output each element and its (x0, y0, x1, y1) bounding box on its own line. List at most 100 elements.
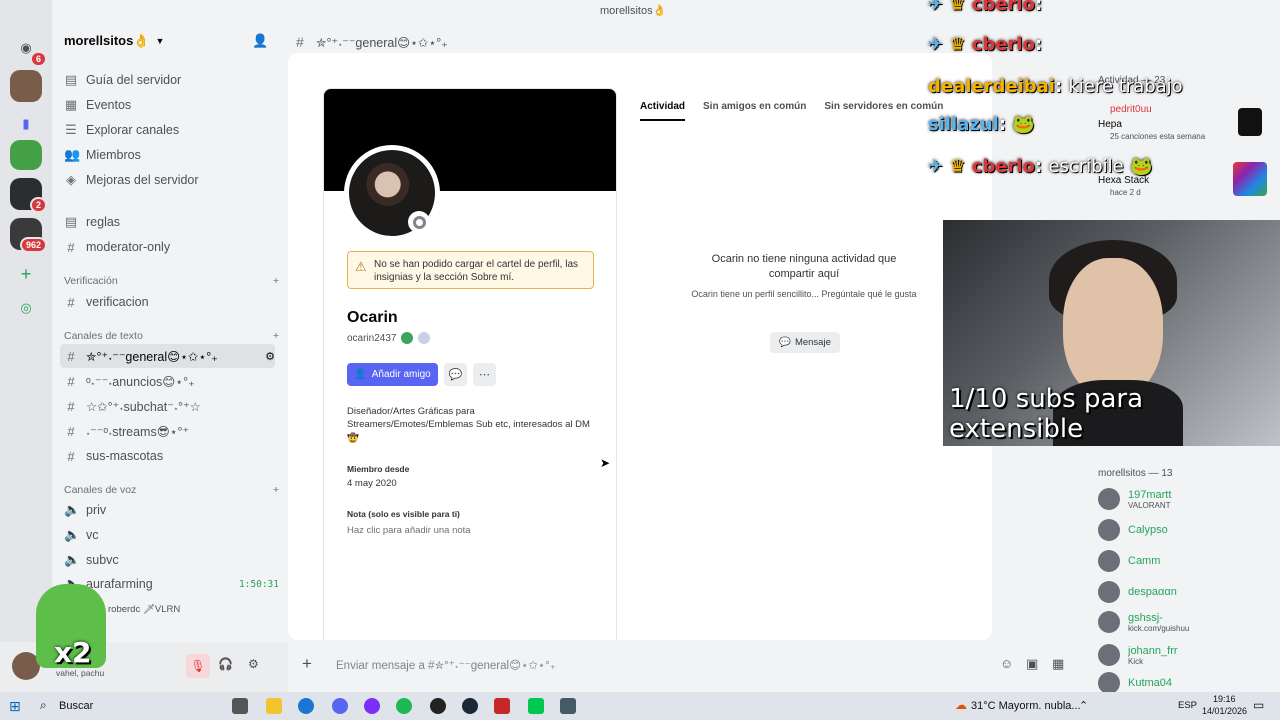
category-text[interactable]: Canales de texto + (64, 330, 279, 342)
channel-moderator-only[interactable]: # moderator-only (64, 235, 279, 259)
plus-icon[interactable]: + (273, 330, 279, 342)
nav-members[interactable]: 👥 Miembros (64, 143, 279, 167)
chat-user: dealerdeibai (928, 76, 1055, 97)
voice-timer: 1:50:31 (238, 578, 279, 590)
message-icon[interactable]: 💬 (444, 363, 467, 386)
note-input[interactable]: Haz clic para añadir una nota (347, 525, 471, 536)
mouse-cursor-icon: ➤ (600, 456, 611, 470)
member-item[interactable]: Camm (1098, 550, 1160, 572)
tab-activity[interactable]: Actividad (640, 101, 686, 121)
search-icon[interactable]: ⌕ (40, 698, 47, 713)
empty-activity-subtitle: Ocarin tiene un perfil sencillito... Pre… (691, 289, 917, 299)
language-indicator[interactable]: ESP (1178, 700, 1197, 711)
notification-icon[interactable]: ▭ (1253, 698, 1264, 712)
more-options-icon[interactable]: ⋯ (473, 363, 496, 386)
apps-icon[interactable]: ▦ (1052, 656, 1064, 672)
activity-art (1238, 108, 1262, 136)
spotify-icon[interactable] (396, 698, 412, 714)
steam-icon[interactable] (462, 698, 478, 714)
channel-sus-mascotas[interactable]: # sus-mascotas (64, 444, 279, 468)
channel-anuncios[interactable]: # ᵒ˖⁻⁻˖anuncios😊⋆°₊ (64, 369, 279, 393)
file-explorer-icon[interactable] (266, 698, 282, 714)
app-icon[interactable] (364, 698, 380, 714)
activity-art (1233, 162, 1267, 196)
gif-icon[interactable]: ▣ (1026, 656, 1038, 672)
channel-label: subvc (86, 553, 119, 567)
member-item[interactable]: johann_frr Kick (1098, 644, 1178, 666)
channel-subchat[interactable]: # ☆✩°⁺˖subchat⁻˖°⁺☆ (64, 394, 279, 418)
channel-streams[interactable]: # ˖⁻⁻ᵒ˖streams😎⋆°⁺ (64, 419, 279, 443)
voice-channel-vc[interactable]: 🔈 vc (64, 523, 279, 547)
obs-icon[interactable] (430, 698, 446, 714)
nav-label: Eventos (86, 98, 132, 112)
server-icon[interactable] (10, 70, 42, 102)
category-verificacion[interactable]: Verificación + (64, 275, 279, 287)
server-name[interactable]: morellsitos👌 ▼ (64, 33, 164, 49)
add-friend-button[interactable]: 👤 Añadir amigo (347, 363, 438, 386)
member-item[interactable]: 197martt VALORANT (1098, 488, 1171, 510)
kick-icon[interactable] (528, 698, 544, 714)
windows-start-icon[interactable]: ⊞ (9, 698, 21, 715)
member-item[interactable]: gshssj-kick.com/guishuu (1098, 611, 1189, 633)
tab-mutual-friends[interactable]: Sin amigos en común (703, 101, 806, 121)
channel-label: vc (86, 528, 99, 542)
member-name: Camm (1128, 555, 1161, 567)
discord-home-icon[interactable]: ◉ 6 (10, 32, 47, 67)
channel-general[interactable]: # ✮°⁺˖⁻⁻general😊⋆✩⋆°₊ ⚙ (60, 344, 275, 368)
tab-mutual-servers[interactable]: Sin servidores en común (824, 101, 943, 121)
member-item[interactable]: despaααn (1098, 581, 1177, 603)
message-button[interactable]: 💬 Mensaje (770, 332, 840, 353)
discover-icon[interactable]: ◎ (10, 292, 42, 324)
member-item[interactable]: Calypso (1098, 519, 1168, 541)
voice-user[interactable]: roberdc 🗡VLRN (108, 597, 278, 621)
sticker-text: x2 (54, 636, 92, 669)
chat-user: sillazul (928, 114, 999, 135)
nav-label: Explorar canales (86, 123, 180, 137)
channel-label: ☆✩°⁺˖subchat⁻˖°⁺☆ (86, 399, 201, 414)
nav-browse[interactable]: ☰ Explorar canales (64, 118, 279, 142)
hash-icon: # (67, 373, 75, 389)
chat-user: cberlo (971, 156, 1035, 177)
mute-mic-icon[interactable]: 🎙 (186, 654, 210, 678)
profile-modal: ⚠ No se han podido cargar el cartel de p… (288, 53, 992, 640)
edge-icon[interactable] (298, 698, 314, 714)
add-server-icon[interactable]: + (10, 258, 42, 290)
plus-icon[interactable]: + (273, 275, 279, 287)
task-view-icon[interactable] (232, 698, 248, 714)
member-item[interactable]: Kutma04 (1098, 672, 1172, 694)
nav-boost[interactable]: ◈ Mejoras del servidor (64, 168, 279, 192)
voice-channel-priv[interactable]: 🔈 priv (64, 498, 279, 522)
discord-icon[interactable] (332, 698, 348, 714)
channel-reglas[interactable]: ▤ reglas (64, 210, 279, 234)
channel-verificacion[interactable]: # verificacion (64, 290, 279, 314)
nav-events[interactable]: ▦ Eventos (64, 93, 279, 117)
clock-date[interactable]: 14/01/2026 (1202, 706, 1247, 716)
category-voice[interactable]: Canales de voz + (64, 484, 279, 496)
nav-guide[interactable]: ▤ Guía del servidor (64, 68, 279, 92)
headphones-icon[interactable]: 🎧 (218, 657, 233, 671)
activity-user[interactable]: pedrit0uu (1110, 104, 1152, 115)
server-icon[interactable]: 962 (10, 218, 47, 253)
server-icon[interactable] (10, 140, 42, 170)
webcam-person (1063, 258, 1163, 398)
clock-time[interactable]: 19:16 (1213, 694, 1236, 704)
weather-text[interactable]: 31°C Mayorm. nubla... (971, 700, 1081, 712)
plus-icon[interactable]: + (273, 484, 279, 496)
plus-icon[interactable]: + (302, 654, 312, 674)
chat-input[interactable]: + Enviar mensaje a #✮°⁺˖⁻⁻general😊⋆✩⋆°₊ … (288, 650, 1088, 682)
app-icon[interactable] (494, 698, 510, 714)
settings-icon[interactable]: ⚙ (248, 657, 259, 671)
avatar (1098, 672, 1120, 694)
folder-icon[interactable]: ▮ (10, 108, 42, 140)
emoji-icon[interactable]: ☺ (1000, 656, 1013, 671)
invite-people-icon[interactable]: 👤 (252, 33, 268, 49)
settings-icon[interactable]: ⚙ (265, 350, 275, 363)
taskbar-search[interactable]: Buscar (59, 700, 93, 712)
tray-chevron-icon[interactable]: ⌃ (1079, 699, 1088, 712)
server-icon[interactable]: 2 (10, 178, 47, 213)
notification-badge: 2 (29, 197, 47, 213)
app-icon[interactable] (560, 698, 576, 714)
voice-channel-subvc[interactable]: 🔈 subvc (64, 548, 279, 572)
stream-chat-line: ✈ ♛ cberlo: (928, 0, 1042, 15)
user-status: vahel, pachu (56, 668, 105, 678)
